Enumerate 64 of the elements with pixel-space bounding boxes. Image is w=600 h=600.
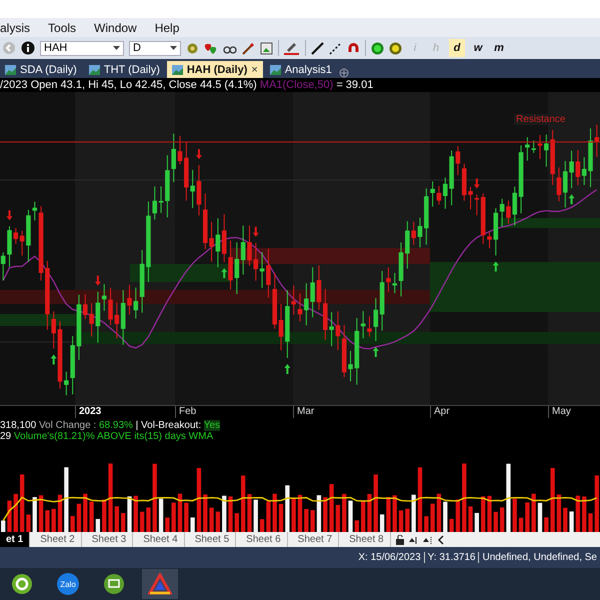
price-readout: /2023 Open 43.1, Hi 45, Lo 42.45, Close 44.5 (4.1%) MA1(Close,50) = 39.01: [0, 78, 374, 92]
status-text: Y: 31.3716: [424, 552, 478, 563]
down-arrow-icon: [252, 226, 259, 237]
up-arrow-icon: [284, 364, 290, 374]
up-arrow-icon: [50, 354, 57, 365]
dropdown-icon: [113, 46, 120, 50]
volume-readout: 318,100 Vol Change : 68.93% | Vol-Breakout: Yes: [0, 420, 222, 431]
dotted-line-icon[interactable]: [329, 42, 342, 54]
interval-button[interactable]: d: [449, 39, 465, 57]
volume-readout: 29 Volume's(81.21)% ABOVE its(15) days WMA: [0, 431, 214, 442]
triangle-app-icon: [148, 573, 172, 595]
menu-item[interactable]: Window: [94, 20, 137, 34]
menu-item[interactable]: Help: [154, 20, 180, 34]
scroll-left-icon[interactable]: [436, 534, 445, 544]
down-arrow-icon: [474, 178, 480, 189]
close-tab-button[interactable]: ×: [251, 64, 258, 76]
axis-label: May: [548, 406, 571, 418]
dot-icon[interactable]: [371, 42, 384, 54]
status-text: Undefined, Undefined, Se: [478, 552, 600, 563]
resistance-label: Resistance: [514, 114, 568, 125]
chart-tab[interactable]: HAH (Daily) ×: [166, 61, 263, 78]
symbol-field[interactable]: HAH: [40, 40, 124, 56]
menu-item[interactable]: alysis: [0, 20, 30, 34]
sort-icon[interactable]: [422, 534, 433, 544]
chart-icon: [88, 64, 100, 74]
chart-icon: [270, 64, 281, 74]
chart-icon: [5, 64, 16, 74]
status-text: X: 15/06/2023: [357, 552, 422, 563]
down-arrow-icon: [6, 210, 12, 220]
axis-label: 2023: [75, 406, 102, 418]
wand-icon[interactable]: [242, 42, 255, 54]
interval-field[interactable]: D: [129, 40, 181, 56]
down-arrow-icon: [196, 149, 202, 160]
up-arrow-icon: [492, 261, 499, 272]
interval-button[interactable]: w: [470, 39, 486, 57]
axis-label: Apr: [430, 406, 450, 418]
line-icon[interactable]: [311, 42, 324, 54]
lock-icon[interactable]: [394, 534, 405, 544]
up-arrow-icon: [221, 268, 228, 278]
pen-icon[interactable]: [284, 41, 300, 55]
chart-tab[interactable]: Analysis1: [264, 61, 337, 78]
magnet-icon[interactable]: [347, 42, 360, 54]
ring-dot-icon[interactable]: [389, 42, 402, 54]
taskbar-app[interactable]: Zalo: [50, 569, 86, 599]
axis-label: Feb: [175, 406, 196, 418]
menu-item[interactable]: Tools: [48, 20, 76, 34]
up-arrow-icon: [372, 347, 379, 357]
monitor-app-icon: [103, 573, 125, 595]
dropdown-icon: [170, 46, 177, 50]
chat-app-icon: Zalo: [57, 573, 79, 595]
chart-icon: [172, 64, 183, 74]
picture-icon[interactable]: [260, 42, 273, 54]
ring-app-icon: [11, 573, 33, 595]
sheet-tab[interactable]: et 1: [0, 532, 30, 547]
chart-tab[interactable]: SDA (Daily): [0, 61, 82, 78]
info-icon[interactable]: [21, 41, 35, 55]
axis-label: Mar: [293, 406, 314, 418]
up-arrow-icon: [568, 194, 575, 204]
sort-icon[interactable]: [408, 534, 419, 544]
hearts-icon[interactable]: [204, 42, 218, 54]
chart-tab[interactable]: THT (Daily): [84, 61, 165, 78]
interval-button[interactable]: m: [491, 39, 507, 57]
down-arrow-icon: [94, 276, 101, 286]
new-tab-icon[interactable]: [338, 68, 349, 78]
